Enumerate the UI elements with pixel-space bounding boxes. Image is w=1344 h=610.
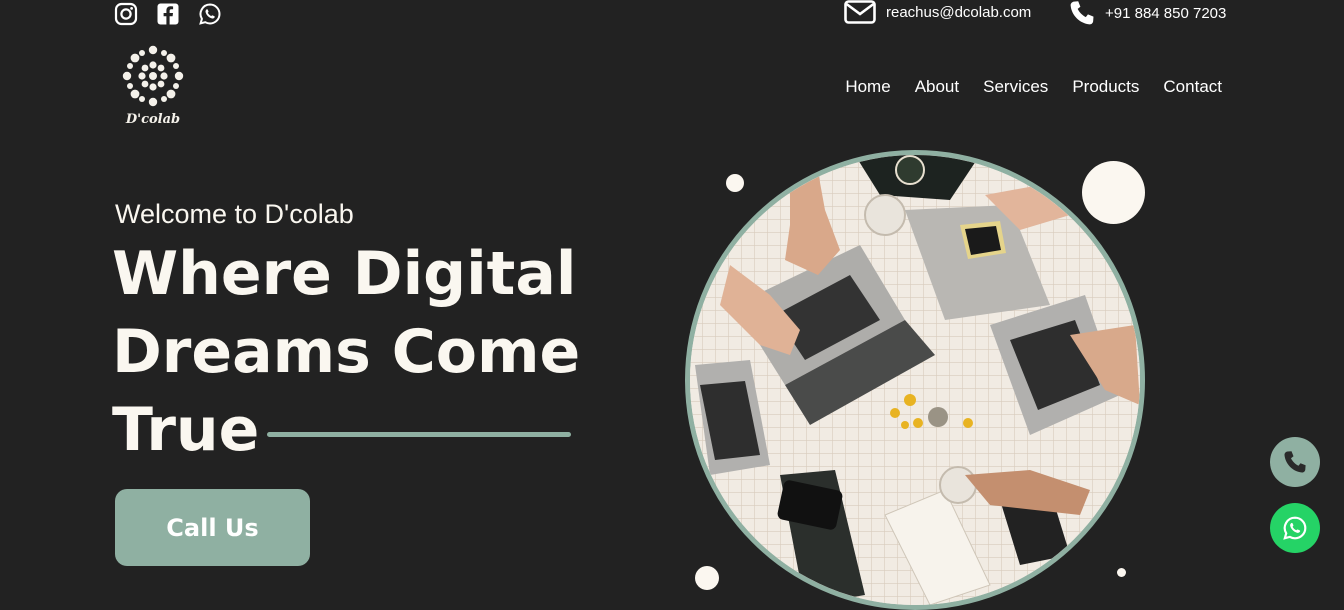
whatsapp-icon [1283, 516, 1307, 540]
logo-mark [122, 45, 184, 107]
headline-line-3-wrap: True [112, 391, 580, 469]
email-text: reachus@dcolab.com [886, 3, 1032, 21]
phone-icon [1284, 451, 1306, 473]
team-workspace-illustration [690, 155, 1140, 605]
facebook-link[interactable] [156, 2, 180, 26]
whatsapp-link[interactable] [198, 2, 222, 26]
decor-dot [695, 566, 719, 590]
phone-text: +91 884 850 7203 [1105, 4, 1227, 22]
logo-text: D'colab [125, 112, 181, 127]
headline-line-3: True [112, 395, 260, 465]
envelope-icon [844, 0, 876, 24]
headline-line-2: Dreams Come [112, 317, 581, 387]
hero-welcome: Welcome to D'colab [115, 199, 354, 229]
phone-contact[interactable]: +91 884 850 7203 [1069, 0, 1226, 26]
hero-headline: Where Digital Dreams Come True [112, 235, 580, 469]
whatsapp-icon [199, 3, 221, 25]
floating-call-button[interactable] [1270, 437, 1320, 487]
instagram-icon [114, 2, 138, 26]
hero-image [685, 150, 1145, 610]
nav-contact[interactable]: Contact [1163, 77, 1222, 97]
nav-about[interactable]: About [915, 77, 959, 97]
nav-products[interactable]: Products [1072, 77, 1139, 97]
social-links [114, 2, 222, 26]
instagram-link[interactable] [114, 2, 138, 26]
main-nav: Home About Services Products Contact [845, 77, 1222, 97]
nav-home[interactable]: Home [845, 77, 890, 97]
headline-line-1: Where Digital [112, 239, 577, 309]
nav-services[interactable]: Services [983, 77, 1048, 97]
decor-dot-large [1082, 161, 1145, 224]
phone-icon [1070, 1, 1094, 25]
call-us-button[interactable]: Call Us [115, 489, 310, 566]
decor-dot [1117, 568, 1126, 577]
floating-whatsapp-button[interactable] [1270, 503, 1320, 553]
decor-dot [726, 174, 744, 192]
site-logo[interactable]: D'colab [118, 42, 188, 134]
email-contact[interactable]: reachus@dcolab.com [844, 0, 1031, 24]
accent-divider [267, 431, 572, 437]
facebook-icon [157, 3, 179, 25]
